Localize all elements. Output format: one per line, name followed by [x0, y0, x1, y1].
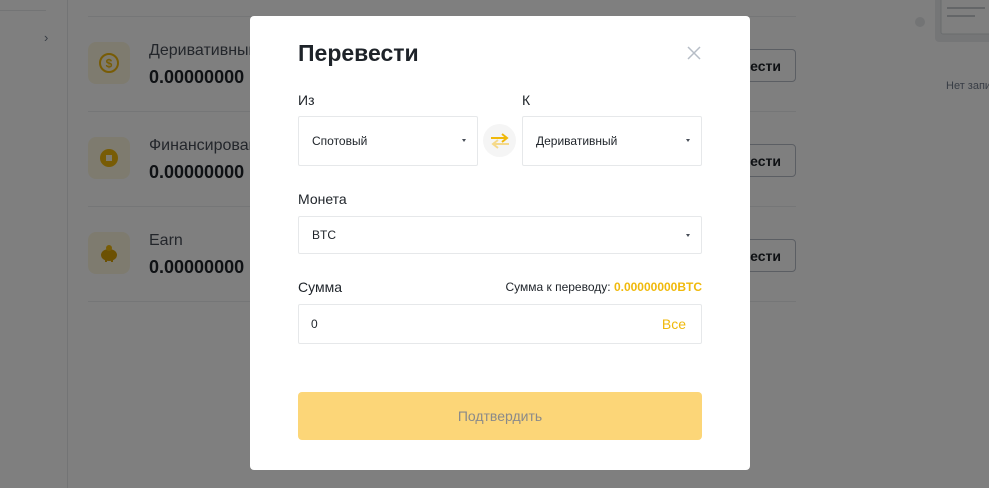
- coin-select[interactable]: BTC: [298, 216, 702, 254]
- transferable-label: Сумма к переводу:: [505, 280, 611, 294]
- coin-select-value: BTC: [312, 228, 336, 242]
- from-select-value: Спотовый: [312, 134, 368, 148]
- swap-arrows-icon: [490, 132, 509, 149]
- caret-down-icon: [686, 139, 690, 142]
- coin-label: Монета: [298, 191, 347, 207]
- transfer-modal: Перевести Из Спотовый К Деривативный Мон…: [250, 16, 750, 470]
- confirm-button[interactable]: Подтвердить: [298, 392, 702, 440]
- to-label: К: [522, 92, 531, 108]
- close-icon[interactable]: [684, 43, 704, 63]
- swap-button[interactable]: [483, 124, 516, 157]
- from-label: Из: [298, 92, 315, 108]
- caret-down-icon: [462, 139, 466, 142]
- to-select[interactable]: Деривативный: [522, 116, 702, 166]
- max-button[interactable]: Все: [662, 316, 686, 332]
- from-select[interactable]: Спотовый: [298, 116, 478, 166]
- amount-field[interactable]: Все: [298, 304, 702, 344]
- transferable-amount: Сумма к переводу: 0.00000000BTC: [505, 280, 702, 294]
- amount-label: Сумма: [298, 279, 342, 295]
- caret-down-icon: [686, 234, 690, 237]
- modal-title: Перевести: [298, 40, 419, 66]
- to-select-value: Деривативный: [536, 134, 618, 148]
- amount-input[interactable]: [311, 305, 611, 343]
- transferable-value: 0.00000000BTC: [613, 280, 702, 294]
